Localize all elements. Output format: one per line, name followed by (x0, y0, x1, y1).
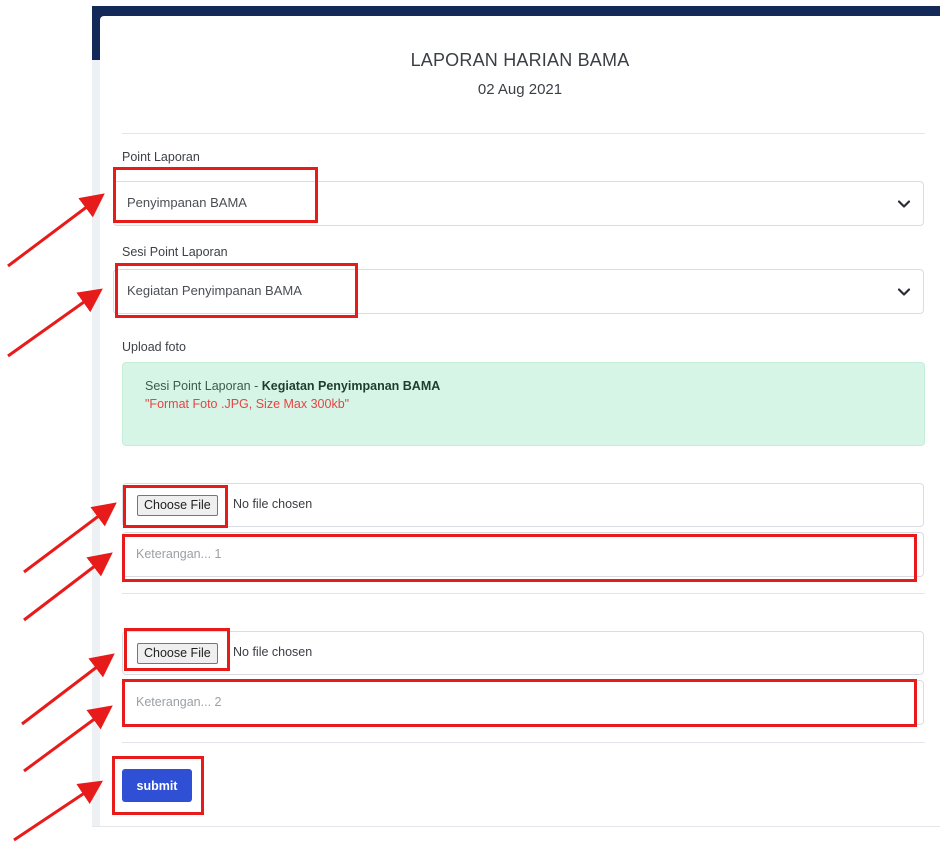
file-status-1: No file chosen (233, 497, 313, 511)
keterangan-input-1[interactable]: Keterangan... 1 (122, 532, 924, 577)
page-stage: LAPORAN HARIAN BAMA 02 Aug 2021 Point La… (0, 0, 940, 846)
sesi-point-label: Sesi Point Laporan (122, 245, 228, 259)
red-arrow-icon (7, 193, 105, 268)
red-arrow-icon (13, 780, 103, 842)
choose-file-button-2[interactable]: Choose File (137, 643, 218, 664)
alert-session-line: Sesi Point Laporan - Kegiatan Penyimpana… (145, 379, 440, 393)
upload-info-alert: Sesi Point Laporan - Kegiatan Penyimpana… (122, 362, 925, 446)
chevron-down-icon (897, 288, 911, 296)
file-upload-1: Choose File No file chosen (122, 483, 924, 527)
submit-button[interactable]: submit (122, 769, 192, 802)
page-title: LAPORAN HARIAN BAMA (410, 50, 630, 70)
alert-format-note: "Format Foto .JPG, Size Max 300kb" (145, 397, 350, 411)
sesi-point-value: Kegiatan Penyimpanan BAMA (127, 283, 302, 298)
divider-upload-1 (122, 593, 925, 594)
keterangan-input-2[interactable]: Keterangan... 2 (122, 680, 924, 725)
card-bottom-border (92, 826, 940, 827)
left-sidebar-strip (92, 60, 100, 826)
file-upload-2: Choose File No file chosen (122, 631, 924, 675)
alert-prefix: Sesi Point Laporan - (145, 379, 262, 393)
sesi-point-select[interactable]: Kegiatan Penyimpanan BAMA (113, 269, 924, 314)
alert-session-name: Kegiatan Penyimpanan BAMA (261, 379, 441, 393)
divider-header (122, 133, 925, 134)
upload-foto-label: Upload foto (122, 340, 186, 354)
divider-upload-2 (122, 742, 925, 743)
chevron-down-icon (897, 200, 911, 208)
choose-file-button-1[interactable]: Choose File (137, 495, 218, 516)
report-date: 02 Aug 2021 (477, 81, 563, 98)
red-arrow-icon (7, 288, 103, 358)
file-status-2: No file chosen (233, 645, 313, 659)
point-laporan-select[interactable]: Penyimpanan BAMA (113, 181, 924, 226)
point-laporan-value: Penyimpanan BAMA (127, 195, 247, 210)
point-laporan-label: Point Laporan (122, 150, 200, 164)
